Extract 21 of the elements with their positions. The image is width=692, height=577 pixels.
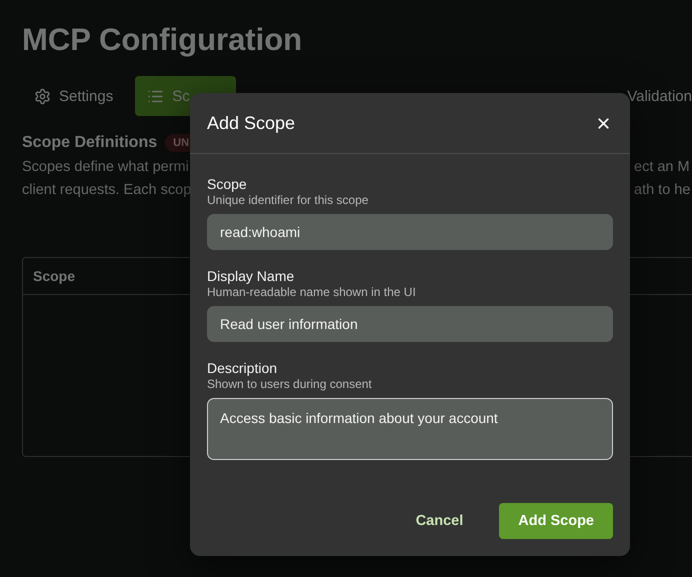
description-text: Scopes define what permi: [22, 158, 190, 177]
tab[interactable]: Settings: [22, 76, 126, 116]
field-label: Scope: [207, 175, 248, 193]
page-title: MCP Configuration: [22, 22, 304, 58]
field-hint: Human-readable name shown in the UI: [207, 285, 417, 300]
cancel-button[interactable]: Cancel: [402, 503, 478, 539]
input-field[interactable]: read:whoami: [207, 214, 613, 250]
submit-button[interactable]: Add Scope: [499, 503, 613, 539]
tab[interactable]: Validation: [615, 76, 692, 116]
input-field[interactable]: Read user information: [207, 306, 613, 342]
description-field[interactable]: Access basic information about your account: [207, 398, 613, 460]
description-text: ect an M: [634, 158, 691, 177]
field-label: Description: [207, 359, 278, 377]
description-text: client requests. Each scop: [22, 181, 192, 200]
field-hint: Shown to users during consent: [207, 377, 373, 392]
field-hint: Unique identifier for this scope: [207, 193, 370, 208]
section-heading: Scope Definitions: [22, 134, 158, 152]
gear-icon: [34, 88, 51, 104]
column-header: Scope: [33, 268, 76, 284]
description-text: ath to he: [634, 181, 692, 200]
field-label: Display Name: [207, 267, 296, 285]
